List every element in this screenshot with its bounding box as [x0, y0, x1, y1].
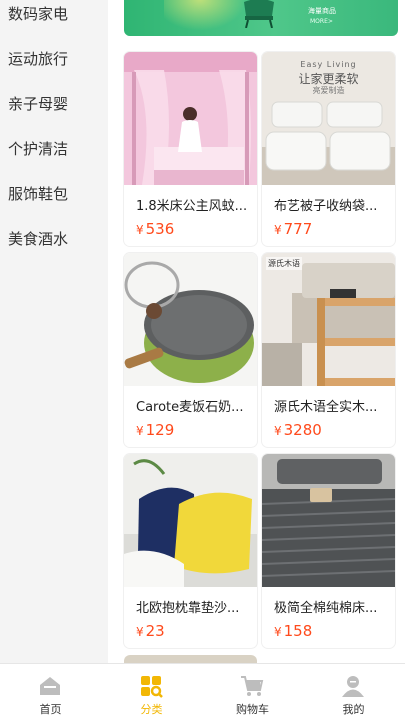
product-card[interactable]: Easy Living 让家更柔软 亮爱制造 布艺被子收纳袋... ¥777: [262, 52, 395, 246]
sidebar-item-mother-baby[interactable]: 亲子母婴: [8, 93, 68, 114]
sidebar-item-food-drinks[interactable]: 美食酒水: [8, 228, 68, 249]
next-product-card-peek[interactable]: [124, 655, 257, 663]
product-image-saucepan: [124, 253, 257, 386]
product-card[interactable]: Carote麦饭石奶... ¥129: [124, 253, 257, 447]
product-name: 极简全棉纯棉床...: [274, 601, 378, 616]
tab-label: 我的: [342, 703, 365, 716]
product-name: 北欧抱枕靠垫沙...: [136, 601, 240, 616]
bottom-tab-bar: 首页 分类 购物车 我的: [0, 663, 405, 720]
image-caption-sub: 亮爱制造: [312, 86, 345, 95]
cart-icon: [241, 676, 264, 696]
tab-cart[interactable]: 购物车: [202, 664, 303, 720]
product-name: 布艺被子收纳袋...: [274, 199, 378, 214]
chair-illustration: [244, 0, 274, 28]
product-price: ¥129: [136, 421, 175, 439]
banner-more-link[interactable]: MORE>: [310, 18, 333, 25]
product-name: Carote麦饭石奶...: [136, 400, 244, 415]
product-name: 1.8米床公主风蚊...: [136, 199, 248, 214]
tab-label: 首页: [39, 703, 62, 716]
product-price: ¥777: [274, 220, 313, 238]
tab-home[interactable]: 首页: [0, 664, 101, 720]
home-icon: [40, 677, 60, 695]
product-card[interactable]: 1.8米床公主风蚊... ¥536: [124, 52, 257, 246]
sidebar-item-apparel-bags[interactable]: 服饰鞋包: [8, 183, 68, 204]
product-price: ¥536: [136, 220, 175, 238]
brand-logo: 源氏木语: [266, 257, 302, 270]
product-price: ¥158: [274, 622, 313, 640]
product-image-canopy-bed: [124, 52, 257, 185]
sidebar-item-digital-appliances[interactable]: 数码家电: [8, 3, 68, 24]
category-sidebar: 数码家电 运动旅行 亲子母婴 个护清洁 服饰鞋包 美食酒水: [0, 0, 108, 663]
product-image-cushions: [124, 454, 257, 587]
sidebar-item-sports-travel[interactable]: 运动旅行: [8, 48, 68, 69]
product-image-bedding: [262, 454, 395, 587]
product-price: ¥3280: [274, 421, 322, 439]
category-icon: [141, 676, 163, 698]
sidebar-item-personal-care[interactable]: 个护清洁: [8, 138, 68, 159]
product-card[interactable]: 源氏木语 源氏木语全实木... ¥3280: [262, 253, 395, 447]
tab-label: 购物车: [236, 703, 269, 716]
tab-profile[interactable]: 我的: [303, 664, 404, 720]
product-card[interactable]: 极简全棉纯棉床... ¥158: [262, 454, 395, 648]
product-image-wooden-shelf: 源氏木语: [262, 253, 395, 386]
tab-category[interactable]: 分类: [101, 664, 202, 720]
product-image-storage-bags: Easy Living 让家更柔软 亮爱制造: [262, 52, 395, 185]
product-name: 源氏木语全实木...: [274, 400, 378, 415]
promo-banner[interactable]: 海量商品 MORE>: [124, 0, 398, 36]
product-price: ¥23: [136, 622, 165, 640]
product-grid-area: 海量商品 MORE> 1.8米床公主风蚊... ¥536 Easy Living…: [108, 0, 405, 663]
product-card[interactable]: 北欧抱枕靠垫沙... ¥23: [124, 454, 257, 648]
profile-icon: [342, 676, 364, 697]
tab-label: 分类: [140, 703, 163, 716]
banner-title: 海量商品: [308, 7, 336, 15]
image-caption-small: Easy Living: [300, 60, 357, 69]
